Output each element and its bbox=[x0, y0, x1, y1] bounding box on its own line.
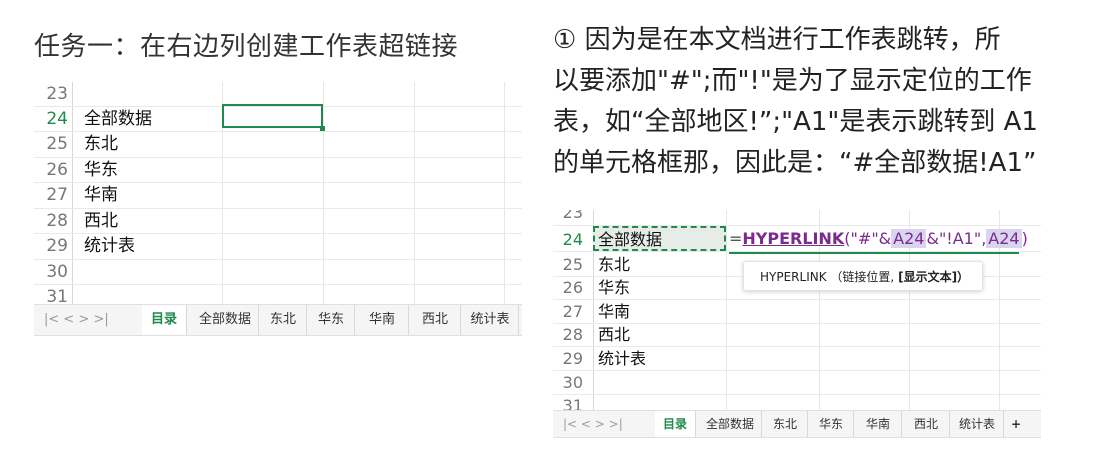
tab-all-data[interactable]: 全部数据 bbox=[699, 411, 762, 437]
tab-catalog[interactable]: 目录 bbox=[142, 305, 187, 335]
fill-handle[interactable] bbox=[320, 126, 325, 131]
table-row: 23 bbox=[553, 210, 1041, 225]
table-row: 30 bbox=[553, 371, 1041, 395]
table-row: 27 华南 bbox=[553, 300, 1041, 324]
cell-a[interactable]: 全部数据 bbox=[84, 107, 152, 133]
tab-northwest[interactable]: 西北 bbox=[903, 411, 950, 437]
formula-equals: = bbox=[729, 229, 743, 248]
tab-statistics[interactable]: 统计表 bbox=[951, 411, 1004, 437]
row-number: 26 bbox=[562, 278, 583, 297]
cell-a[interactable]: 统计表 bbox=[84, 234, 135, 260]
cell-a[interactable]: 西北 bbox=[598, 323, 630, 347]
table-row: 29 统计表 bbox=[34, 234, 522, 260]
copied-cell-a24[interactable] bbox=[593, 226, 726, 251]
selected-cell-b24[interactable] bbox=[222, 104, 323, 128]
explanation-line: 表，如“全部地区!”;"A1"是表示跳转到 A1 bbox=[553, 107, 1038, 137]
formula-in-cell-b24[interactable]: =HYPERLINK("#"& A24 &"!A1", A24) bbox=[729, 227, 1028, 254]
table-row: 28 西北 bbox=[553, 323, 1041, 347]
tab-northeast[interactable]: 东北 bbox=[260, 305, 307, 335]
row-number: 28 bbox=[562, 325, 583, 344]
row-number: 23 bbox=[46, 84, 68, 104]
formula-function-name: HYPERLINK bbox=[742, 229, 845, 248]
tab-east-china[interactable]: 华东 bbox=[809, 411, 854, 437]
cell-a[interactable]: 统计表 bbox=[598, 347, 646, 371]
tab-statistics[interactable]: 统计表 bbox=[462, 305, 519, 335]
tab-south-china[interactable]: 华南 bbox=[855, 411, 902, 437]
tab-northeast[interactable]: 东北 bbox=[763, 411, 808, 437]
explanation-text: ① 因为是在本文档进行工作表跳转，所 以要添加"#";而"!"是为了显示定位的工… bbox=[553, 20, 1113, 184]
explanation-line: 的单元格框那，因此是：“#全部数据!A1” bbox=[553, 148, 1037, 178]
cell-a[interactable]: 华南 bbox=[598, 300, 630, 324]
row-number: 28 bbox=[46, 211, 68, 231]
cell-a[interactable]: 华东 bbox=[598, 276, 630, 300]
sheet-tab-bar: |< < > >| 目录 全部数据 东北 华东 华南 西北 统计表 + bbox=[553, 410, 1041, 438]
cell-a[interactable]: 东北 bbox=[84, 132, 118, 158]
row-number: 23 bbox=[562, 210, 583, 222]
tab-catalog[interactable]: 目录 bbox=[655, 411, 696, 437]
spreadsheet-after: 23 24 全部数据 25 东北 26 华东 27 华南 28 西北 29 统计… bbox=[553, 210, 1041, 438]
tab-northwest[interactable]: 西北 bbox=[410, 305, 461, 335]
cell-a[interactable]: 东北 bbox=[598, 253, 630, 277]
function-signature-tooltip: HYPERLINK （链接位置, [显示文本]） bbox=[743, 261, 983, 291]
tooltip-function-name: HYPERLINK bbox=[760, 270, 827, 284]
row-number: 29 bbox=[46, 236, 68, 256]
cell-a[interactable]: 华东 bbox=[84, 158, 118, 184]
table-row: 25 东北 bbox=[34, 132, 522, 158]
table-row: 29 统计表 bbox=[553, 347, 1041, 371]
task-title: 任务一：在右边列创建工作表超链接 bbox=[34, 32, 459, 62]
sheet-nav-arrows[interactable]: |< < > >| bbox=[563, 411, 623, 437]
row-number: 27 bbox=[562, 302, 583, 321]
tooltip-arg-1: （链接位置, bbox=[830, 270, 895, 284]
formula-cell-reference: A24 bbox=[986, 229, 1022, 248]
sheet-tab-bar: |< < > >| 目录 全部数据 东北 华东 华南 西北 统计表 bbox=[34, 304, 522, 336]
row-number: 29 bbox=[562, 349, 583, 368]
cell-a[interactable]: 华南 bbox=[84, 183, 118, 209]
row-number: 25 bbox=[46, 134, 68, 154]
tooltip-arg-2: [显示文本]） bbox=[898, 270, 970, 284]
row-number: 30 bbox=[46, 262, 68, 282]
add-sheet-button[interactable]: + bbox=[1011, 411, 1021, 437]
table-row: 30 bbox=[34, 260, 522, 286]
row-number: 24 bbox=[46, 109, 68, 129]
row-number: 25 bbox=[562, 255, 583, 274]
formula-close-paren: ) bbox=[1021, 229, 1028, 248]
row-number: 27 bbox=[46, 185, 68, 205]
tab-east-china[interactable]: 华东 bbox=[308, 305, 355, 335]
tab-all-data[interactable]: 全部数据 bbox=[192, 305, 259, 335]
tab-south-china[interactable]: 华南 bbox=[356, 305, 409, 335]
row-number: 30 bbox=[562, 373, 583, 392]
formula-arg-string: "#"& bbox=[850, 229, 892, 248]
spreadsheet-before: 23 24 全部数据 25 东北 26 华东 27 华南 28 西北 29 统计… bbox=[34, 82, 522, 340]
formula-cell-reference: A24 bbox=[891, 229, 927, 248]
explanation-line: 以要添加"#";而"!"是为了显示定位的工作 bbox=[553, 66, 1032, 96]
cell-a[interactable]: 西北 bbox=[84, 209, 118, 235]
formula-arg-string: &"!A1", bbox=[926, 229, 987, 248]
sheet-nav-arrows[interactable]: |< < > >| bbox=[44, 305, 109, 335]
table-row: 27 华南 bbox=[34, 183, 522, 209]
row-number: 26 bbox=[46, 160, 68, 180]
table-row: 26 华东 bbox=[34, 158, 522, 184]
row-number: 24 bbox=[562, 230, 583, 249]
explanation-line: ① 因为是在本文档进行工作表跳转，所 bbox=[553, 25, 1001, 55]
table-row: 28 西北 bbox=[34, 209, 522, 235]
